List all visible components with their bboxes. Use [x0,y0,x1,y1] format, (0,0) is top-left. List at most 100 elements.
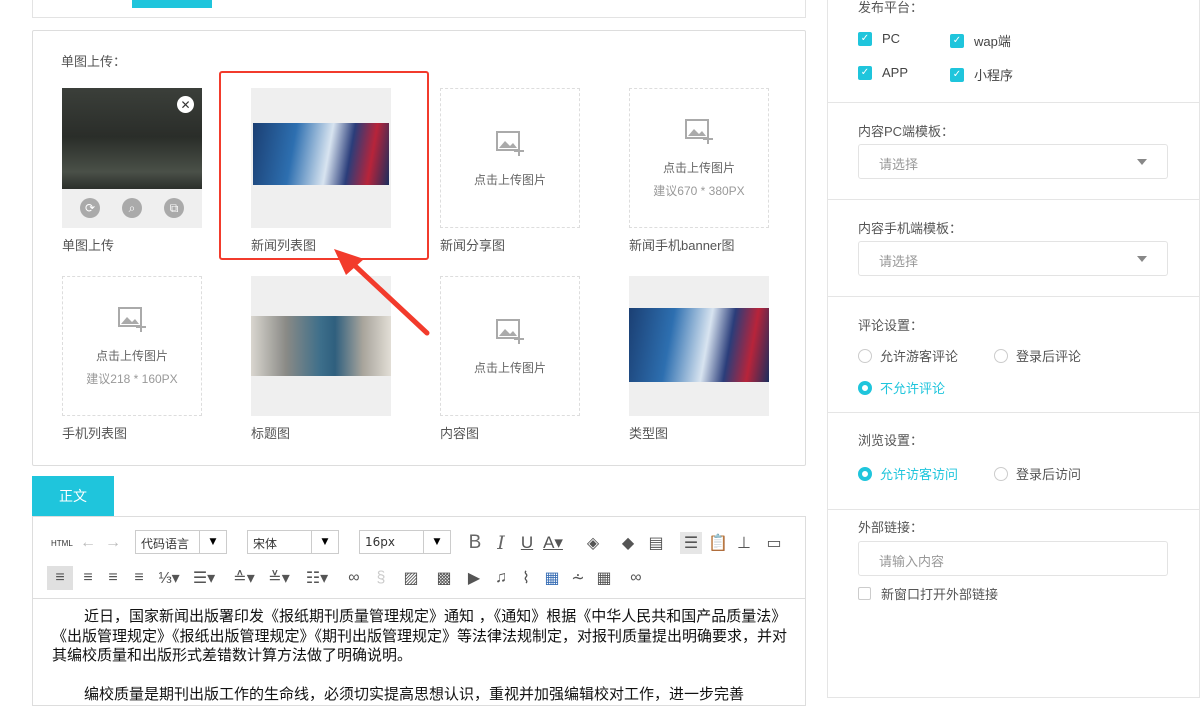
indent-icon[interactable]: ☰ [680,532,702,554]
format-painter-icon[interactable]: ⊥ [733,532,755,554]
select-value: 16px [365,535,395,549]
align-center-icon[interactable]: ≡ [102,567,124,589]
unlink-icon[interactable]: § [370,567,392,589]
checkbox-miniprogram[interactable]: ✓ 小程序 [950,65,1013,84]
paste-text-icon[interactable]: 📋 [707,532,729,554]
checkbox-label: PC [882,31,901,46]
bold-icon[interactable]: B [464,532,486,554]
redo-icon[interactable]: → [102,532,124,554]
radio-allow-guest-comment[interactable]: 允许游客评论 [858,346,958,365]
radio-icon [858,348,872,363]
attachment-icon[interactable]: ⌇ [515,567,537,589]
radio-allow-visitor[interactable]: 允许访客访问 [858,464,958,483]
line-height-icon[interactable]: ≙▾ [233,567,255,589]
indent-list-icon[interactable]: ☷▾ [306,567,328,589]
radio-login-visit[interactable]: 登录后访问 [994,464,1081,483]
upload-area-mobile-list[interactable]: 点击上传图片 建议218 * 160PX [62,276,202,416]
section-label: 单图上传： [61,54,127,69]
checkbox-icon [858,587,871,600]
crop-icon[interactable]: ⧉ [164,198,184,218]
checkbox-wap[interactable]: ✓ wap端 [950,31,1011,50]
multi-image-icon[interactable]: ▩ [433,567,455,589]
paragraph-spacing-icon[interactable]: ≚▾ [268,567,290,589]
external-link-label: 外部链接： [858,520,924,535]
upload-label: 标题图 [251,426,291,441]
replace-icon[interactable]: ⟳ [80,198,100,218]
align-left-icon[interactable]: ≡ [47,566,73,590]
divider [828,199,1199,200]
tab-body[interactable]: 正文 [32,476,114,516]
checkbox-new-window[interactable]: 新窗口打开外部链接 [858,584,998,603]
template-icon[interactable]: ▤ [645,532,667,554]
mobile-template-select[interactable]: 请选择 [858,241,1168,276]
upload-hint: 点击上传图片 [662,161,735,175]
preview-icon[interactable]: ▭ [763,532,785,554]
upload-label: 新闻分享图 [440,238,506,253]
upload-hint: 点击上传图片 [95,349,168,363]
upload-thumb-type[interactable] [629,276,769,416]
close-icon[interactable]: ✕ [177,96,194,113]
upload-label: 单图上传 [62,238,115,253]
link-icon[interactable]: ∞ [343,567,365,589]
upload-thumb-single[interactable]: ✕ ⟳ ⌕ ⧉ [62,88,202,228]
select-value: 代码语言 [141,537,190,551]
upload-area-mobile-banner[interactable]: 点击上传图片 建议670 * 380PX [629,88,769,228]
font-color-icon[interactable]: A▾ [542,532,564,554]
size-hint: 建议218 * 160PX [86,372,178,386]
upload-label: 内容图 [440,426,480,441]
external-link-input[interactable]: 请输入内容 [858,541,1168,576]
undo-icon[interactable]: ← [77,532,99,554]
pc-template-select[interactable]: 请选择 [858,144,1168,179]
checkbox-app[interactable]: ✓ APP [858,65,908,80]
image-icon[interactable]: ▨ [400,567,422,589]
align-justify-icon[interactable]: ≡ [128,567,150,589]
select-placeholder: 请选择 [879,254,919,269]
check-icon: ✓ [858,31,872,46]
font-family-select[interactable]: 宋体 ▼ [247,530,339,554]
editor-content[interactable]: 近日，国家新闻出版署印发《报纸期刊质量管理规定》通知 ，《通知》根据《中华人民共… [52,607,792,723]
background-color-icon[interactable]: ◈ [582,532,604,554]
check-icon: ✓ [950,33,964,48]
platform-label: 发布平台： [858,0,924,15]
image-manager-icon[interactable]: ▦ [541,567,563,589]
upload-label: 新闻手机banner图 [629,238,735,253]
table-icon[interactable]: ▦ [593,567,615,589]
checkbox-label: 小程序 [974,68,1014,83]
checkbox-pc[interactable]: ✓ PC [858,31,900,46]
code-language-select[interactable]: 代码语言 ▼ [135,530,227,554]
select-value: 宋体 [253,537,278,551]
radio-login-comment[interactable]: 登录后评论 [994,346,1081,365]
page-break-icon[interactable]: ⩪ [567,567,589,589]
check-icon: ✓ [858,65,872,80]
radio-no-comment[interactable]: 不允许评论 [858,378,945,397]
image-upload-icon [496,130,524,156]
music-icon[interactable]: ♫ [490,567,512,589]
upload-area-content[interactable]: 点击上传图片 [440,276,580,416]
ordered-list-icon[interactable]: ⅓▾ [158,567,180,589]
upload-hint: 点击上传图片 [473,172,546,187]
checkbox-label: APP [882,65,909,80]
select-placeholder: 请选择 [879,157,919,172]
upload-area-news-share[interactable]: 点击上传图片 [440,88,580,228]
search-replace-icon[interactable]: ∞ [625,567,647,589]
unordered-list-icon[interactable]: ☰▾ [193,567,215,589]
radio-icon [858,380,872,395]
top-button[interactable] [132,0,212,8]
underline-icon[interactable]: U [516,532,538,554]
divider [828,102,1199,103]
italic-icon[interactable]: I [490,532,512,554]
input-placeholder: 请输入内容 [879,554,945,569]
checkbox-label: 新窗口打开外部链接 [881,587,999,602]
font-size-select[interactable]: 16px ▼ [359,530,451,554]
radio-label: 允许访客访问 [880,467,959,482]
video-icon[interactable]: ▶ [463,567,485,589]
mobile-template-label: 内容手机端模板： [858,221,963,236]
html-source-button[interactable]: HTML [51,539,73,548]
image-upload-icon [118,307,146,332]
radio-label: 不允许评论 [880,381,946,396]
align-right-icon[interactable]: ≡ [77,567,99,589]
radio-icon [994,466,1008,481]
zoom-icon[interactable]: ⌕ [122,198,142,218]
eraser-icon[interactable]: ◆ [617,532,639,554]
radio-icon [858,466,872,481]
